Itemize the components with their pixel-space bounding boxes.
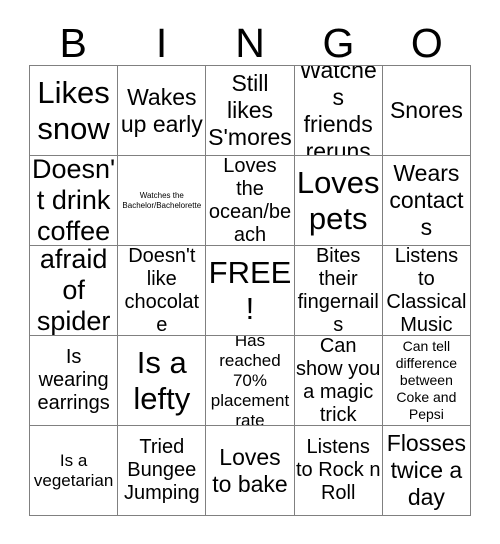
bingo-cell-label: Loves to bake <box>212 443 288 497</box>
bingo-cell-label: Watches friends reruns <box>299 66 377 156</box>
bingo-cell-r2c3[interactable]: Loves the ocean/beach <box>206 156 295 246</box>
bingo-cell-label: Bites their fingernails <box>297 246 379 336</box>
bingo-cell-r1c1[interactable]: Likes snow <box>30 66 119 156</box>
bingo-cell-r2c4[interactable]: Loves pets <box>294 156 383 246</box>
bingo-cell-label: Doesn't like chocolate <box>124 246 200 336</box>
bingo-cell-r4c1[interactable]: Is wearing earrings <box>30 336 119 426</box>
bingo-header-letter-o: O <box>410 20 443 66</box>
bingo-cell-label: Has reached 70% placement rate <box>210 336 290 426</box>
bingo-cell-free[interactable]: FREE! <box>206 246 295 336</box>
bingo-free-label: FREE! <box>208 254 292 326</box>
bingo-cell-label: Is wearing earrings <box>37 346 110 414</box>
bingo-cell-label: Still likes S'mores <box>208 70 292 150</box>
bingo-cell-label: Is afraid of spiders <box>36 246 111 336</box>
bingo-cell-r5c1[interactable]: Is a vegetarian <box>30 426 119 516</box>
bingo-cell-label: Can show you a magic trick <box>295 336 381 426</box>
bingo-cell-r5c5[interactable]: Flosses twice a day <box>382 426 471 516</box>
bingo-cell-label: Snores <box>389 97 463 123</box>
bingo-cell-r1c3[interactable]: Still likes S'mores <box>206 66 295 156</box>
bingo-cell-r1c2[interactable]: Wakes up early <box>118 66 207 156</box>
bingo-cell-label: Is a vegetarian <box>33 450 114 490</box>
bingo-cell-label: Likes snow <box>37 74 110 146</box>
bingo-cell-label: Tried Bungee Jumping <box>123 436 200 504</box>
bingo-cell-r3c5[interactable]: Listens to Classical Music <box>382 246 471 336</box>
bingo-cell-r4c5[interactable]: Can tell difference between Coke and Pep… <box>382 336 471 426</box>
bingo-header-letter-i: I <box>155 20 168 66</box>
bingo-cell-r1c5[interactable]: Snores <box>382 66 471 156</box>
bingo-cell-label: Loves pets <box>296 164 380 236</box>
bingo-cell-r3c2[interactable]: Doesn't like chocolate <box>118 246 207 336</box>
bingo-cell-r3c1[interactable]: Is afraid of spiders <box>30 246 119 336</box>
bingo-header-letter-b: B <box>59 20 87 66</box>
bingo-cell-r5c4[interactable]: Listens to Rock n Roll <box>294 426 383 516</box>
bingo-cell-r4c4[interactable]: Can show you a magic trick <box>294 336 383 426</box>
bingo-cell-label: Wears contacts <box>389 160 464 240</box>
bingo-header-letter-g: G <box>322 20 355 66</box>
bingo-cell-r4c2[interactable]: Is a lefty <box>118 336 207 426</box>
bingo-cell-label: Listens to Classical Music <box>386 246 467 336</box>
bingo-cell-label: Wakes up early <box>120 83 203 137</box>
bingo-cell-label: Loves the ocean/beach <box>208 156 292 246</box>
bingo-cell-label: Flosses twice a day <box>386 430 467 510</box>
bingo-cell-r5c2[interactable]: Tried Bungee Jumping <box>118 426 207 516</box>
bingo-header-row: B I N G O <box>29 16 471 65</box>
bingo-header-letter-n: N <box>235 20 265 66</box>
bingo-grid: Likes snow Wakes up early Still likes S'… <box>29 65 471 516</box>
bingo-cell-r3c4[interactable]: Bites their fingernails <box>294 246 383 336</box>
bingo-cell-r4c3[interactable]: Has reached 70% placement rate <box>206 336 295 426</box>
bingo-cell-label: Listens to Rock n Roll <box>295 436 381 504</box>
bingo-cell-label: Doesn't drink coffee <box>31 156 116 246</box>
bingo-cell-r2c5[interactable]: Wears contacts <box>382 156 471 246</box>
bingo-cell-label: Watches the Bachelor/Bachelorette <box>122 190 202 210</box>
bingo-cell-label: Can tell difference between Coke and Pep… <box>395 338 457 422</box>
bingo-card: B I N G O Likes snow Wakes up early Stil… <box>0 0 500 544</box>
bingo-cell-r5c3[interactable]: Loves to bake <box>206 426 295 516</box>
bingo-cell-r1c4[interactable]: Watches friends reruns <box>294 66 383 156</box>
bingo-cell-r2c1[interactable]: Doesn't drink coffee <box>30 156 119 246</box>
bingo-cell-label: Is a lefty <box>133 344 191 416</box>
bingo-cell-r2c2[interactable]: Watches the Bachelor/Bachelorette <box>118 156 207 246</box>
